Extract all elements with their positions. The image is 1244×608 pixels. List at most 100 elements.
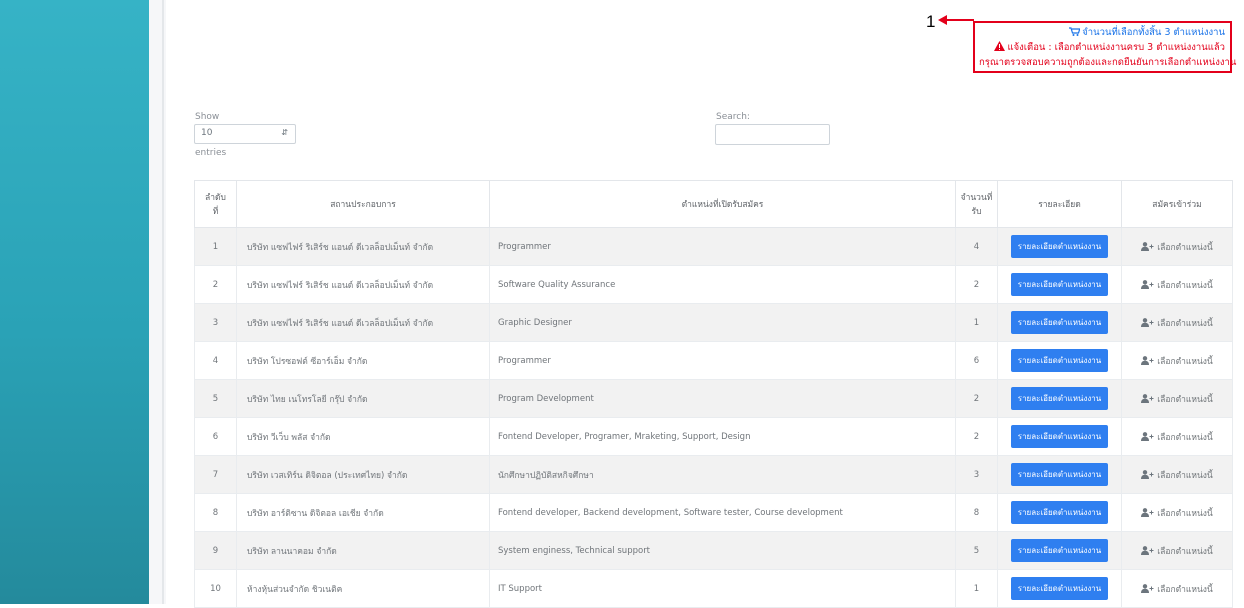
col-header-position[interactable]: ตำแหน่งที่เปิดรับสมัคร [489, 180, 956, 228]
apply-cell: เลือกตำแหน่งนี้ [1121, 227, 1233, 266]
user-plus-icon [1141, 355, 1154, 365]
position-name: System enginess, Technical support [489, 531, 956, 570]
row-number: 7 [194, 455, 237, 494]
select-position-label: เลือกตำแหน่งนี้ [1157, 318, 1213, 329]
entries-per-page-select[interactable]: 10 ⇵ [194, 124, 296, 144]
select-position-link[interactable]: เลือกตำแหน่งนี้ [1141, 279, 1213, 291]
position-detail-button[interactable]: รายละเอียดตำแหน่งงาน [1010, 235, 1109, 258]
select-position-link[interactable]: เลือกตำแหน่งนี้ [1141, 545, 1213, 557]
user-plus-icon [1141, 583, 1154, 593]
apply-cell: เลือกตำแหน่งนี้ [1121, 379, 1233, 418]
apply-cell: เลือกตำแหน่งนี้ [1121, 303, 1233, 342]
position-count: 1 [955, 303, 998, 342]
position-count: 6 [955, 341, 998, 380]
position-detail-button[interactable]: รายละเอียดตำแหน่งงาน [1010, 425, 1109, 448]
position-count: 8 [955, 493, 998, 532]
select-position-label: เลือกตำแหน่งนี้ [1157, 584, 1213, 595]
length-show-label: Show [195, 112, 220, 122]
select-arrows-icon: ⇵ [281, 128, 288, 137]
select-position-label: เลือกตำแหน่งนี้ [1157, 356, 1213, 367]
col-header-no-line2: ที่ [212, 207, 219, 217]
row-number: 6 [194, 417, 237, 456]
select-position-link[interactable]: เลือกตำแหน่งนี้ [1141, 431, 1213, 443]
col-header-no-line1: ลำดับ [205, 193, 226, 203]
position-detail-button[interactable]: รายละเอียดตำแหน่งงาน [1010, 463, 1109, 486]
select-position-link[interactable]: เลือกตำแหน่งนี้ [1141, 355, 1213, 367]
company-name: บริษัท วีเว็บ พลัส จำกัด [236, 417, 490, 456]
row-number: 9 [194, 531, 237, 570]
table-row: 7 บริษัท เวสเทิร์น ดิจิตอล (ประเทศไทย) จำ… [194, 455, 1233, 494]
apply-cell: เลือกตำแหน่งนี้ [1121, 341, 1233, 380]
select-position-link[interactable]: เลือกตำแหน่งนี้ [1141, 317, 1213, 329]
select-position-label: เลือกตำแหน่งนี้ [1157, 546, 1213, 557]
cart-icon [1069, 27, 1081, 36]
warning-icon [994, 41, 1006, 51]
apply-cell: เลือกตำแหน่งนี้ [1121, 265, 1233, 304]
length-entries-label: entries [195, 148, 227, 158]
user-plus-icon [1141, 241, 1154, 251]
table-header-row: ลำดับ ที่ สถานประกอบการ ตำแหน่งที่เปิดรั… [194, 180, 1233, 228]
detail-cell: รายละเอียดตำแหน่งงาน [997, 493, 1122, 532]
select-position-link[interactable]: เลือกตำแหน่งนี้ [1141, 393, 1213, 405]
cart-summary: จำนวนที่เลือกทั้งสิ้น 3 ตำแหน่งงาน [979, 25, 1225, 40]
col-header-apply[interactable]: สมัครเข้าร่วม [1121, 180, 1233, 228]
select-position-label: เลือกตำแหน่งนี้ [1157, 394, 1213, 405]
table-row: 6 บริษัท วีเว็บ พลัส จำกัด Fontend Develop… [194, 417, 1233, 456]
col-header-no[interactable]: ลำดับ ที่ [194, 180, 237, 228]
position-count: 5 [955, 531, 998, 570]
sidebar [0, 0, 149, 604]
select-position-label: เลือกตำแหน่งนี้ [1157, 280, 1213, 291]
table-row: 10 ห้างหุ้นส่วนจำกัด ชิวเนติค IT Support 1 ร… [194, 569, 1233, 608]
warning-text: แจ้งเตือน : เลือกตำแหน่งงานครบ 3 ตำแหน่ง… [1007, 42, 1225, 53]
position-count: 1 [955, 569, 998, 608]
col-header-count[interactable]: จำนวนที่ รับ [955, 180, 998, 228]
row-number: 2 [194, 265, 237, 304]
company-name: บริษัท แซฟไฟร์ ริเสิร์ช แอนด์ ดีเวลล็อปเ… [236, 227, 490, 266]
col-header-company[interactable]: สถานประกอบการ [236, 180, 490, 228]
row-number: 8 [194, 493, 237, 532]
table-row: 1 บริษัท แซฟไฟร์ ริเสิร์ช แอนด์ ดีเวลล็อป… [194, 227, 1233, 266]
col-header-count-line2: รับ [971, 207, 982, 217]
select-position-label: เลือกตำแหน่งนี้ [1157, 508, 1213, 519]
company-name: ห้างหุ้นส่วนจำกัด ชิวเนติค [236, 569, 490, 608]
position-name: นักศึกษาปฏิบัติสหกิจศึกษา [489, 455, 956, 494]
company-name: บริษัท ไทย เนโทรโลยี กรุ๊ป จำกัด [236, 379, 490, 418]
position-name: Software Quality Assurance [489, 265, 956, 304]
position-detail-button[interactable]: รายละเอียดตำแหน่งงาน [1010, 311, 1109, 334]
detail-cell: รายละเอียดตำแหน่งงาน [997, 341, 1122, 380]
cart-summary-text: จำนวนที่เลือกทั้งสิ้น 3 ตำแหน่งงาน [1082, 27, 1225, 38]
user-plus-icon [1141, 507, 1154, 517]
positions-table: ลำดับ ที่ สถานประกอบการ ตำแหน่งที่เปิดรั… [194, 180, 1233, 608]
apply-cell: เลือกตำแหน่งนี้ [1121, 569, 1233, 608]
select-position-label: เลือกตำแหน่งนี้ [1157, 432, 1213, 443]
search-input[interactable] [715, 124, 830, 145]
position-detail-button[interactable]: รายละเอียดตำแหน่งงาน [1010, 273, 1109, 296]
position-name: Graphic Designer [489, 303, 956, 342]
position-detail-button[interactable]: รายละเอียดตำแหน่งงาน [1010, 387, 1109, 410]
position-detail-button[interactable]: รายละเอียดตำแหน่งงาน [1010, 501, 1109, 524]
select-position-link[interactable]: เลือกตำแหน่งนี้ [1141, 241, 1213, 253]
select-position-link[interactable]: เลือกตำแหน่งนี้ [1141, 583, 1213, 595]
detail-cell: รายละเอียดตำแหน่งงาน [997, 303, 1122, 342]
detail-cell: รายละเอียดตำแหน่งงาน [997, 379, 1122, 418]
row-number: 3 [194, 303, 237, 342]
company-name: บริษัท อาร์ติซาน ดิจิตอล เอเชีย จำกัด [236, 493, 490, 532]
position-detail-button[interactable]: รายละเอียดตำแหน่งงาน [1010, 577, 1109, 600]
col-header-detail[interactable]: รายละเอียด [997, 180, 1122, 228]
select-position-link[interactable]: เลือกตำแหน่งนี้ [1141, 469, 1213, 481]
position-detail-button[interactable]: รายละเอียดตำแหน่งงาน [1010, 349, 1109, 372]
position-name: Fontend Developer, Programer, Mraketing,… [489, 417, 956, 456]
position-count: 2 [955, 265, 998, 304]
position-count: 2 [955, 379, 998, 418]
company-name: บริษัท โปรซอฟต์ ซีอาร์เอ็ม จำกัด [236, 341, 490, 380]
annotation-number: 1 [926, 12, 936, 31]
detail-cell: รายละเอียดตำแหน่งงาน [997, 531, 1122, 570]
position-detail-button[interactable]: รายละเอียดตำแหน่งงาน [1010, 539, 1109, 562]
position-name: Programmer [489, 341, 956, 380]
company-name: บริษัท แซฟไฟร์ ริเสิร์ช แอนด์ ดีเวลล็อปเ… [236, 265, 490, 304]
select-position-link[interactable]: เลือกตำแหน่งนี้ [1141, 507, 1213, 519]
apply-cell: เลือกตำแหน่งนี้ [1121, 493, 1233, 532]
position-count: 2 [955, 417, 998, 456]
row-number: 10 [194, 569, 237, 608]
user-plus-icon [1141, 469, 1154, 479]
